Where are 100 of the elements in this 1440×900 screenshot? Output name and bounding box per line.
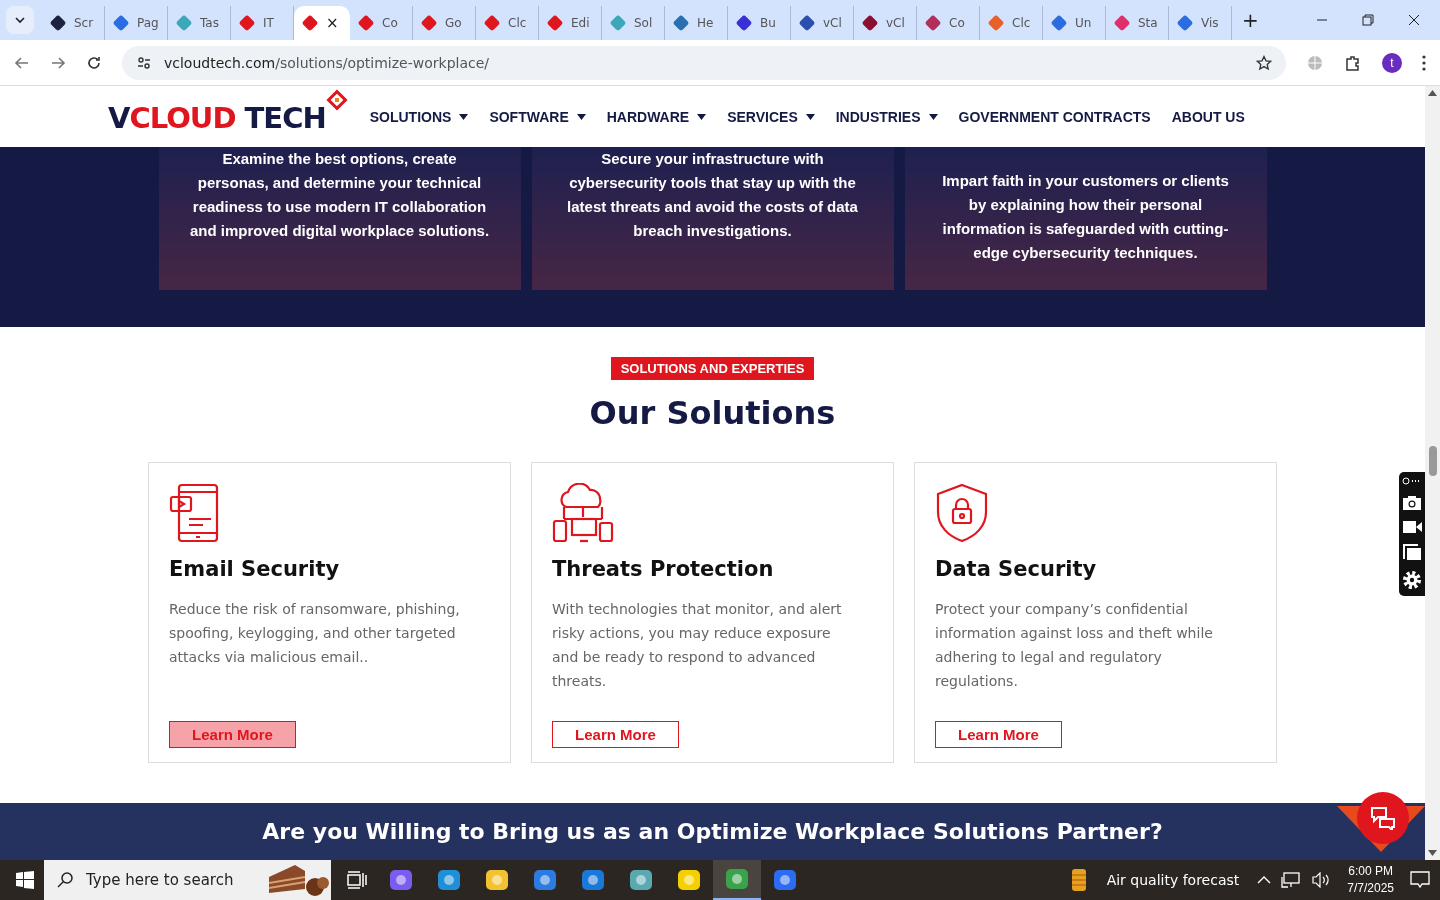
star-icon[interactable] (1256, 54, 1272, 71)
caret-icon (697, 113, 707, 120)
chevron-up-icon[interactable] (1257, 875, 1272, 885)
close-tab-icon[interactable]: × (326, 14, 339, 32)
scrollbar-thumb[interactable] (1428, 446, 1437, 476)
banner-heading: Are you Willing to Bring us as an Optimize Workplace Solutions Partner? (262, 819, 1163, 844)
clock-time[interactable]: 6:00 PM (1348, 863, 1393, 880)
tab-favicon-icon (1051, 15, 1067, 31)
windows-start-icon[interactable] (16, 871, 34, 889)
tab-favicon-icon (673, 15, 689, 31)
learn-more-button[interactable]: Learn More (552, 721, 679, 748)
search-icon (56, 871, 74, 889)
tab-title: Scr (74, 16, 94, 30)
windows-icon[interactable] (1402, 543, 1422, 561)
caret-icon (576, 113, 586, 120)
nav-link[interactable]: HARDWARE (606, 108, 707, 125)
section-badge: SOLUTIONS AND EXPERTIES (610, 357, 815, 380)
feature-text: Examine the best options, create personas, and determine your technical readiness to use modern IT collaboration and improved digital workplace solutions. (189, 149, 490, 241)
learn-more-button[interactable]: Learn More (935, 721, 1062, 748)
forward-icon[interactable] (50, 54, 66, 71)
task-view-icon[interactable] (347, 871, 367, 889)
tab-favicon-icon (484, 15, 500, 31)
tab-favicon-icon (988, 15, 1004, 31)
chevron-down-icon (14, 14, 26, 26)
tab-favicon-icon (610, 15, 626, 31)
weather-text[interactable]: Air quality forecast (1106, 872, 1240, 888)
new-tab-button[interactable]: + (1242, 8, 1259, 32)
tablet-document-icon (169, 483, 221, 543)
link-icon[interactable] (1402, 476, 1422, 486)
video-camera-icon[interactable] (1402, 520, 1422, 534)
network-icon[interactable] (1281, 872, 1302, 888)
tab-title: Sol (634, 16, 653, 30)
feature-text: Impart faith in your customers or clients by explaining how their personal information is safeguarded with cutting-edge cybersecurity techniques. (941, 171, 1230, 263)
tab-title: Co (949, 16, 965, 30)
tab-favicon-icon (50, 15, 66, 31)
taskbar-search-field[interactable]: Type here to search (84, 870, 255, 890)
menu-icon[interactable] (1422, 54, 1426, 71)
tab-favicon-icon (358, 15, 374, 31)
puzzle-icon[interactable] (1344, 53, 1362, 72)
caret-icon (459, 113, 469, 120)
address-bar[interactable]: vcloudtech.com/solutions/optimize-workplace/ (122, 45, 1286, 80)
back-icon[interactable] (14, 54, 30, 71)
nav-link[interactable]: SERVICES (727, 108, 815, 125)
profile-avatar[interactable]: t (1382, 52, 1402, 73)
settings-icon[interactable] (1402, 570, 1422, 590)
tab-title: vCl (886, 16, 905, 30)
tab-favicon-icon (799, 15, 815, 31)
tab-title: He (697, 16, 714, 30)
caret-icon (928, 113, 938, 120)
tab-title: Bu (760, 16, 776, 30)
tab-favicon-icon (113, 15, 129, 31)
notification-icon[interactable] (1410, 871, 1430, 889)
scrollbar[interactable] (1425, 86, 1440, 860)
tab-title: Co (382, 16, 398, 30)
nav-link[interactable]: ABOUT US (1171, 108, 1245, 125)
browser-tab[interactable]: × (294, 6, 350, 40)
nav-link[interactable]: SOFTWARE (489, 108, 586, 125)
tab-favicon-icon (736, 15, 752, 31)
close-icon[interactable] (1408, 14, 1420, 26)
tab-title: Edi (571, 16, 590, 30)
solution-title: Threats Protection (552, 557, 774, 581)
solution-title: Email Security (169, 557, 340, 581)
tab-title: Clc (1012, 16, 1031, 30)
site-settings-icon[interactable] (136, 54, 152, 71)
taskbar-search-box[interactable]: Type here to search (44, 860, 331, 900)
tab-title: Tas (200, 16, 219, 30)
restore-icon[interactable] (1362, 14, 1374, 26)
tab-favicon-icon (925, 15, 941, 31)
chat-button[interactable] (1357, 792, 1409, 844)
nav-link[interactable]: SOLUTIONS (369, 108, 469, 125)
cloud-network-icon (552, 483, 614, 543)
clock-date[interactable]: 7/7/2025 (1347, 880, 1394, 897)
solution-description: Protect your company’s confidential information against loss and theft while adhering to legal and regulatory regulations. (935, 600, 1214, 691)
feature-text: Secure your infrastructure with cybersecurity tools that stay up with the latest threats and avoid the costs of data breach investigations. (566, 149, 859, 241)
chat-bubbles-icon (1370, 806, 1396, 830)
camera-icon[interactable] (1402, 495, 1422, 511)
tab-title: Clc (508, 16, 527, 30)
nav-link[interactable]: GOVERNMENT CONTRACTS (958, 108, 1151, 125)
tab-title: Sta (1138, 16, 1158, 30)
tab-title: Un (1075, 16, 1092, 30)
url-text: vcloudtech.com/solutions/optimize-workplace/ (164, 54, 491, 71)
site-logo[interactable]: VCLOUD TECH (108, 88, 348, 135)
caret-icon (805, 113, 815, 120)
reload-icon[interactable] (86, 54, 102, 71)
tab-title: Go (445, 16, 462, 30)
solution-description: With technologies that monitor, and alert risky actions, you may reduce exposure and be ready to respond to advanced threats. (552, 600, 843, 691)
tab-title: IT (263, 16, 274, 30)
scroll-up-icon[interactable] (1428, 90, 1437, 96)
tab-favicon-icon (421, 15, 437, 31)
volume-icon[interactable] (1311, 872, 1332, 888)
tab-favicon-icon (547, 15, 563, 31)
tab-title: vCl (823, 16, 842, 30)
tab-search-button[interactable] (6, 6, 34, 34)
nav-link[interactable]: INDUSTRIES (835, 108, 938, 125)
scroll-down-icon[interactable] (1428, 850, 1437, 856)
tab-favicon-icon (862, 15, 878, 31)
shield-lock-icon (935, 483, 989, 543)
tab-favicon-icon (1177, 15, 1193, 31)
solution-description: Reduce the risk of ransomware, phishing, spoofing, keylogging, and other targeted attacks via malicious email.. (169, 600, 461, 667)
tab-favicon-icon (1114, 15, 1130, 31)
